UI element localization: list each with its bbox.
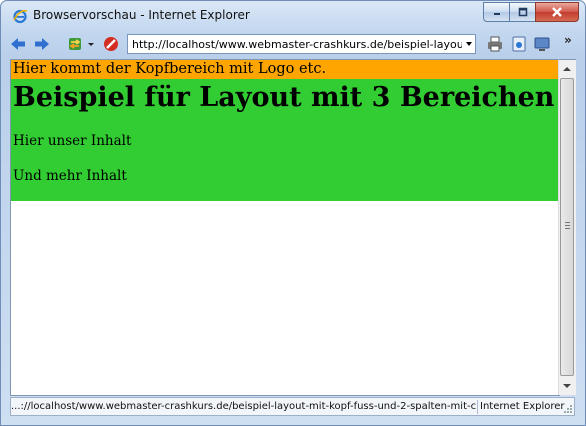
chevron-down-icon[interactable] [86,35,96,53]
maximize-button[interactable] [509,2,536,22]
content-paragraph: Hier unser Inhalt [13,133,132,149]
page-main-area: Beispiel für Layout mit 3 Bereichen Hier… [11,79,560,201]
browser-window: Browservorschau - Internet Explorer http… [0,0,586,426]
minimize-button[interactable] [483,2,510,22]
close-icon [552,7,562,17]
window-title: Browservorschau - Internet Explorer [33,8,250,22]
scroll-down-icon[interactable] [563,384,571,388]
address-bar[interactable]: http://localhost/www.webmaster-crashkurs… [127,34,476,54]
status-bar: ...://localhost/www.webmaster-crashkurs.… [10,397,575,416]
forward-arrow-icon[interactable] [33,35,51,53]
refresh-icon[interactable] [66,35,84,53]
resize-grip-icon[interactable] [563,404,573,414]
grip-line [565,228,570,229]
back-arrow-icon[interactable] [9,35,27,53]
status-zone: Internet Explorer [480,401,565,412]
tools-icon[interactable] [533,35,551,53]
print-icon[interactable] [486,35,504,53]
navigation-toolbar: http://localhost/www.webmaster-crashkurs… [1,29,585,59]
window-controls [483,2,579,22]
scroll-up-icon[interactable] [563,67,571,71]
page-icon[interactable] [510,35,528,53]
internet-explorer-icon [13,9,28,24]
scrollbar-thumb[interactable] [560,78,574,376]
status-url: ...://localhost/www.webmaster-crashkurs.… [11,401,476,412]
page-content: Hier kommt der Kopfbereich mit Logo etc.… [10,59,560,396]
content-paragraph: Und mehr Inhalt [13,168,127,184]
page-header-area: Hier kommt der Kopfbereich mit Logo etc. [11,60,560,79]
stop-icon[interactable] [102,35,120,53]
close-button[interactable] [535,2,579,22]
status-divider [477,400,478,414]
page-heading: Beispiel für Layout mit 3 Bereichen [13,82,555,113]
grip-line [565,222,570,223]
grip-line [565,225,570,226]
vertical-scrollbar[interactable] [558,59,576,395]
title-bar: Browservorschau - Internet Explorer [1,1,585,29]
minimize-icon [493,13,500,15]
more-tools-button[interactable]: » [564,33,572,47]
address-input[interactable]: http://localhost/www.webmaster-crashkurs… [132,38,462,51]
maximize-icon [518,7,527,17]
address-dropdown-icon[interactable] [466,42,472,46]
